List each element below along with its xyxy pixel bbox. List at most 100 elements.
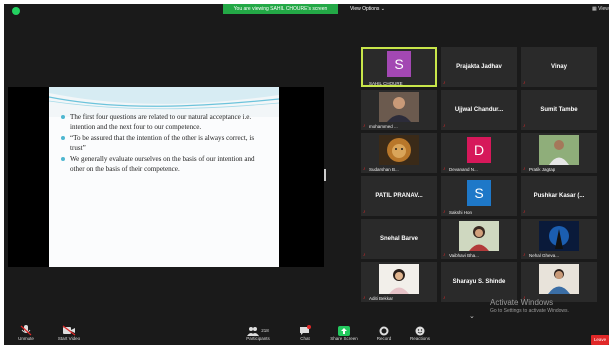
participant-name-label: Sudarshan B...: [369, 167, 399, 172]
muted-mic-icon: ♪: [363, 166, 366, 172]
activate-windows-subtitle: Go to Settings to activate Windows.: [490, 308, 569, 314]
participant-video-thumbnail: [539, 135, 579, 165]
share-screen-button[interactable]: Share Screen: [328, 325, 360, 341]
participants-label: Participants: [246, 336, 270, 341]
participant-name-label: Nehal Gheva...: [529, 253, 560, 258]
bullet-text: The first four questions are related to …: [70, 113, 252, 131]
participant-tile[interactable]: ♪ Pratik Jagtap: [521, 133, 597, 173]
participant-tile[interactable]: ♪: [521, 262, 597, 302]
muted-mic-icon: ♪: [363, 252, 366, 258]
participant-tile[interactable]: ♪ Vaibhavi Bha...: [441, 219, 517, 259]
zoom-window: You are viewing SAHIL CHOURE's screen Vi…: [4, 4, 609, 345]
slide-bullet: We generally evaluate ourselves on the b…: [61, 155, 267, 174]
participant-gallery: S SAHIL CHOURE Prajakta Jadhav ♪ Vinay ♪ ♪ moha…: [361, 47, 598, 306]
muted-mic-icon: ♪: [443, 123, 446, 129]
participant-tile[interactable]: Pushkar Kasar (... ♪: [521, 176, 597, 216]
gallery-next-page-icon[interactable]: ⌄: [469, 312, 475, 320]
muted-mic-icon: [12, 325, 40, 336]
muted-mic-icon: ♪: [443, 209, 446, 215]
record-button[interactable]: Record: [372, 325, 396, 341]
participants-button[interactable]: 218 Participants: [242, 325, 274, 341]
participant-video-thumbnail: [379, 92, 419, 122]
unmute-label: Unmute: [18, 336, 34, 341]
participant-tile[interactable]: D ♪ Devanand N...: [441, 133, 517, 173]
participant-video-thumbnail: [459, 221, 499, 251]
bullet-text: “To be assured that the intention of the…: [70, 134, 255, 152]
view-label: View: [598, 6, 609, 12]
participant-tile[interactable]: ♪ Aditi Bekkar: [361, 262, 437, 302]
reactions-label: Reactions: [409, 336, 430, 341]
participants-icon: 218: [242, 325, 274, 336]
shared-screen: The first four questions are related to …: [8, 87, 324, 267]
participant-name: Sumit Tambe: [540, 107, 578, 113]
muted-mic-icon: ♪: [523, 252, 526, 258]
participant-tile[interactable]: ♪ Sudarshan B...: [361, 133, 437, 173]
leave-button[interactable]: Leave: [591, 335, 609, 345]
muted-mic-icon: ♪: [443, 80, 446, 86]
muted-mic-icon: ♪: [363, 295, 366, 301]
participant-name-label: SAHIL CHOURE: [369, 81, 403, 86]
participant-tile[interactable]: Snehal Barve ♪: [361, 219, 437, 259]
chat-button[interactable]: Chat: [294, 325, 316, 341]
participant-video-thumbnail: [539, 221, 579, 251]
participant-tile[interactable]: Ujjwal Chandur... ♪: [441, 90, 517, 130]
share-screen-icon: [328, 325, 360, 336]
participant-tile[interactable]: Sumit Tambe ♪: [521, 90, 597, 130]
participant-name: Pushkar Kasar (...: [533, 193, 585, 199]
video-off-icon: [52, 325, 86, 336]
participant-video-thumbnail: [379, 135, 419, 165]
unmute-button[interactable]: Unmute: [12, 325, 40, 341]
participant-tile[interactable]: Sharayu S. Shinde ♪: [441, 262, 517, 302]
muted-mic-icon: ♪: [363, 123, 366, 129]
participant-tile[interactable]: ♪ mohammed ...: [361, 90, 437, 130]
participant-name-label: Sakshi Hon: [449, 210, 473, 215]
muted-mic-icon: ♪: [443, 166, 446, 172]
bullet-dot-icon: [61, 136, 65, 141]
participant-name-label: Pratik Jagtap: [529, 167, 556, 172]
muted-mic-icon: ♪: [523, 80, 526, 86]
bullet-dot-icon: [61, 115, 65, 119]
participant-video-thumbnail: [379, 264, 419, 294]
participant-name: Prajakta Jadhav: [456, 64, 502, 70]
muted-mic-icon: ♪: [363, 209, 366, 215]
view-button[interactable]: ▦ View: [592, 6, 609, 12]
participant-name-label: Vaibhavi Bha...: [449, 253, 479, 258]
participant-tile[interactable]: Prajakta Jadhav ♪: [441, 47, 517, 87]
slide-bullet-list: The first four questions are related to …: [61, 113, 267, 177]
top-bar: You are viewing SAHIL CHOURE's screen Vi…: [4, 4, 609, 18]
participant-tile[interactable]: S SAHIL CHOURE: [361, 47, 437, 87]
screen-share-banner: You are viewing SAHIL CHOURE's screen: [223, 4, 338, 14]
panel-resize-handle[interactable]: [324, 169, 326, 181]
participant-name-label: Aditi Bekkar: [369, 296, 394, 301]
slide-bullet: “To be assured that the intention of the…: [61, 134, 267, 153]
reactions-button[interactable]: Reactions: [406, 325, 434, 341]
muted-mic-icon: ♪: [443, 252, 446, 258]
participant-tile[interactable]: S ♪ Sakshi Hon: [441, 176, 517, 216]
activate-windows-title: Activate Windows: [490, 298, 554, 307]
start-video-label: Start Video: [57, 336, 81, 341]
participant-avatar: D: [467, 137, 491, 163]
muted-mic-icon: ♪: [443, 295, 446, 301]
participant-name: Vinay: [551, 64, 567, 70]
meeting-toolbar: Unmute Start Video 218 Participants Chat: [4, 322, 609, 345]
muted-mic-icon: ♪: [523, 123, 526, 129]
participant-avatar: S: [387, 51, 411, 77]
slide-bullet: The first four questions are related to …: [61, 113, 267, 132]
chat-icon: [294, 325, 316, 336]
bullet-dot-icon: [61, 157, 65, 162]
view-options-button[interactable]: View Options ⌄: [350, 5, 385, 14]
participant-name: Snehal Barve: [379, 236, 419, 242]
participant-name: Ujjwal Chandur...: [454, 107, 504, 113]
participant-tile[interactable]: PATIL PRANAV... ♪: [361, 176, 437, 216]
participant-tile[interactable]: ♪ Nehal Gheva...: [521, 219, 597, 259]
participant-name-label: Devanand N...: [449, 167, 478, 172]
encryption-shield-icon[interactable]: [12, 7, 20, 15]
participant-avatar: S: [467, 180, 491, 206]
bullet-text: We generally evaluate ourselves on the b…: [70, 155, 255, 173]
muted-mic-icon: ♪: [523, 209, 526, 215]
share-screen-label: Share Screen: [330, 336, 358, 341]
participant-count: 218: [261, 328, 269, 333]
participant-tile[interactable]: Vinay ♪: [521, 47, 597, 87]
participant-name-label: mohammed ...: [369, 124, 398, 129]
start-video-button[interactable]: Start Video: [52, 325, 86, 341]
